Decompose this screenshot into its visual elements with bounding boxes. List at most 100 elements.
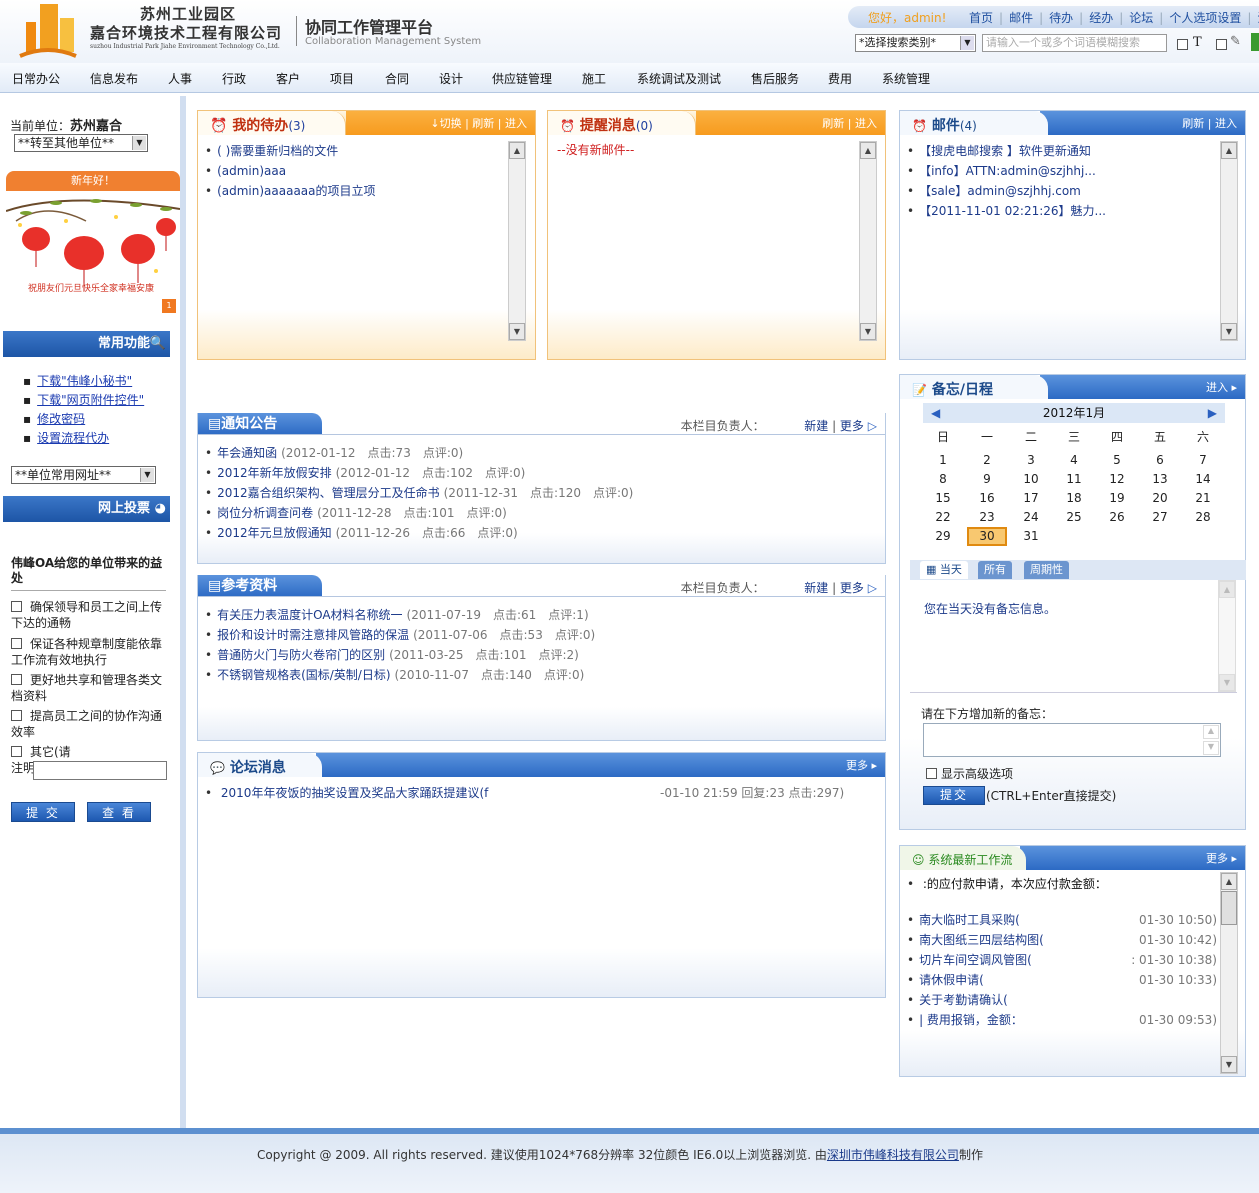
calendar-day[interactable]: 24 <box>1011 508 1051 527</box>
scroll-down-icon[interactable]: ▼ <box>1219 674 1235 691</box>
quick-link-4[interactable]: ▪ 设置流程代办 <box>23 429 109 446</box>
new-year-banner[interactable]: 新年好！ 祝朋友们元旦快乐全家幸福安康 1 <box>6 171 180 319</box>
calendar-day[interactable]: 15 <box>923 489 963 508</box>
workflow-scrollbar[interactable]: ▲ ▼ <box>1220 872 1238 1074</box>
calendar-day[interactable]: 10 <box>1011 470 1051 489</box>
workflow-item[interactable]: 关于考勤请确认( <box>907 990 1217 1010</box>
reference-item[interactable]: 报价和设计时需注意排风管路的保温 (2011-07-06 点击:53 点评:0) <box>205 625 595 645</box>
notice-item-title[interactable]: 岗位分析调查问卷 <box>217 506 313 520</box>
calendar-day[interactable]: 28 <box>1183 508 1223 527</box>
quick-link-label[interactable]: 修改密码 <box>37 412 85 426</box>
workflow-item-title[interactable]: 南大临时工具采购( <box>919 913 1020 927</box>
footer-company-link[interactable]: 深圳市伟峰科技有限公司 <box>827 1148 959 1162</box>
calendar-day[interactable]: 1 <box>923 451 963 470</box>
nav-item[interactable]: 合同 <box>385 70 409 87</box>
nav-item[interactable]: 系统调试及测试 <box>637 70 721 87</box>
calendar-day[interactable]: 26 <box>1097 508 1137 527</box>
quick-link-3[interactable]: ▪ 修改密码 <box>23 410 85 427</box>
memo-submit-button[interactable]: 提交 <box>923 786 985 805</box>
reference-item-title[interactable]: 有关压力表温度计OA材料名称统一 <box>217 608 402 622</box>
mail-item[interactable]: 【搜虎电邮搜索 】软件更新通知 <box>907 141 1106 161</box>
notice-item-title[interactable]: 2012年新年放假安排 <box>217 466 332 480</box>
memo-scrollbar[interactable]: ▲ ▼ <box>1218 580 1236 692</box>
calendar-day[interactable]: 3 <box>1011 451 1051 470</box>
todo-actions[interactable]: ↓切换 | 刷新 | 进入 <box>430 115 527 131</box>
scroll-down-icon[interactable]: ▼ <box>1221 323 1237 340</box>
reference-item[interactable]: 有关压力表温度计OA材料名称统一 (2011-07-19 点击:61 点评:1) <box>205 605 595 625</box>
reference-item[interactable]: 普通防火门与防火卷帘门的区别 (2011-03-25 点击:101 点评:2) <box>205 645 595 665</box>
search-go-button[interactable] <box>1251 33 1259 51</box>
reminder-scrollbar[interactable]: ▲ ▼ <box>859 141 877 341</box>
nav-item[interactable]: 供应链管理 <box>492 70 552 87</box>
notice-item[interactable]: 2012嘉合组织架构、管理层分工及任命书(2011-12-31 点击:120 点… <box>205 483 633 503</box>
mail-item[interactable]: 【sale】admin@szjhhj.com <box>907 181 1106 201</box>
workflow-item-title[interactable]: 请休假申请( <box>919 973 984 987</box>
nav-item[interactable]: 项目 <box>330 70 354 87</box>
notice-item[interactable]: 2012年元旦放假通知(2011-12-26 点击:66 点评:0) <box>205 523 633 543</box>
reference-item-title[interactable]: 不锈钢管规格表(国标/英制/日标) <box>217 668 390 682</box>
mail-actions[interactable]: 刷新 | 进入 <box>1182 115 1237 131</box>
top-link[interactable]: 论坛 <box>1129 11 1153 25</box>
scroll-down-icon[interactable]: ▼ <box>1221 1056 1237 1073</box>
calendar-day[interactable]: 7 <box>1183 451 1223 470</box>
workflow-item[interactable]: 01-30 10:42) 南大图纸三四层结构图( <box>907 930 1217 950</box>
calendar-day[interactable]: 27 <box>1140 508 1180 527</box>
reference-item-title[interactable]: 报价和设计时需注意排风管路的保温 <box>217 628 409 642</box>
reference-new-link[interactable]: 新建 <box>804 581 828 595</box>
calendar-day[interactable]: 31 <box>1011 527 1051 546</box>
nav-item[interactable]: 信息发布 <box>90 70 138 87</box>
workflow-item-title[interactable]: 切片车间空调风管图( <box>919 953 1032 967</box>
vote-option-2[interactable]: 保证各种规章制度能依靠工作流有效地执行 <box>11 636 171 668</box>
memo-enter-link[interactable]: 进入 ▸ <box>1206 379 1237 395</box>
calendar-day[interactable]: 8 <box>923 470 963 489</box>
workflow-item[interactable]: :的应付款申请，本次应付款金额： <box>907 874 1217 894</box>
tab-periodic[interactable]: 周期性 <box>1024 561 1069 579</box>
nav-item[interactable]: 施工 <box>582 70 606 87</box>
notice-item[interactable]: 岗位分析调查问卷 (2011-12-28 点击:101 点评:0) <box>205 503 633 523</box>
nav-item[interactable]: 售后服务 <box>751 70 799 87</box>
calendar-day[interactable]: 19 <box>1097 489 1137 508</box>
notice-item[interactable]: 2012年新年放假安排(2012-01-12 点击:102 点评:0) <box>205 463 633 483</box>
notice-item-title[interactable]: 2012嘉合组织架构、管理层分工及任命书 <box>217 486 440 500</box>
quick-link-label[interactable]: 下载"网页附件控件" <box>37 393 144 407</box>
unit-url-select[interactable]: **单位常用网址** ▼ <box>11 466 156 484</box>
calendar-day[interactable]: 13 <box>1140 470 1180 489</box>
notice-item[interactable]: 年会通知函 (2012-01-12 点击:73 点评:0) <box>205 443 633 463</box>
quick-link-label[interactable]: 下载"伟峰小秘书" <box>37 374 132 388</box>
calendar-day[interactable]: 5 <box>1097 451 1137 470</box>
vote-option-4[interactable]: 提高员工之间的协作沟通效率 <box>11 708 171 740</box>
workflow-item-title[interactable]: | 费用报销，金额： <box>919 1013 1023 1027</box>
top-link[interactable]: 个人选项设置 <box>1169 11 1241 25</box>
vote-other-input[interactable] <box>33 761 167 780</box>
calendar-day-today[interactable]: 30 <box>967 527 1007 546</box>
todo-item[interactable]: ( )需要重新归档的文件 <box>205 141 376 161</box>
vote-submit-button[interactable]: 提 交 <box>11 802 75 822</box>
nav-item[interactable]: 客户 <box>276 70 300 87</box>
reference-item[interactable]: 不锈钢管规格表(国标/英制/日标) (2010-11-07 点击:140 点评:0… <box>205 665 595 685</box>
scroll-up-icon[interactable]: ▲ <box>860 142 876 159</box>
mail-item[interactable]: 【2011-11-01 02:21:26】魅力... <box>907 201 1106 221</box>
nav-item[interactable]: 行政 <box>222 70 246 87</box>
todo-item[interactable]: (admin)aaa <box>205 161 376 181</box>
quick-link-label[interactable]: 设置流程代办 <box>37 431 109 445</box>
notice-new-link[interactable]: 新建 <box>804 419 828 433</box>
scroll-up-icon[interactable]: ▲ <box>1221 142 1237 159</box>
nav-item[interactable]: 人事 <box>168 70 192 87</box>
calendar-day[interactable]: 9 <box>967 470 1007 489</box>
todo-scrollbar[interactable]: ▲ ▼ <box>508 141 526 341</box>
scroll-up-icon[interactable]: ▲ <box>1221 873 1237 890</box>
calendar-day[interactable]: 21 <box>1183 489 1223 508</box>
calendar-day[interactable]: 16 <box>967 489 1007 508</box>
notice-item-title[interactable]: 2012年元旦放假通知 <box>217 526 332 540</box>
search-input[interactable]: 请输入一个或多个词语模糊搜索 <box>982 34 1167 52</box>
mail-item[interactable]: 【info】ATTN:admin@szjhhj... <box>907 161 1106 181</box>
calendar-day[interactable]: 29 <box>923 527 963 546</box>
calendar-day[interactable]: 17 <box>1011 489 1051 508</box>
quick-link-2[interactable]: ▪ 下载"网页附件控件" <box>23 391 144 408</box>
reference-more-link[interactable]: 更多 <box>840 581 864 595</box>
calendar-day[interactable]: 2 <box>967 451 1007 470</box>
scroll-up-icon[interactable]: ▲ <box>509 142 525 159</box>
vote-checkbox[interactable] <box>11 601 22 612</box>
reminder-actions[interactable]: 刷新 | 进入 <box>822 115 877 131</box>
notice-more-link[interactable]: 更多 <box>840 419 864 433</box>
